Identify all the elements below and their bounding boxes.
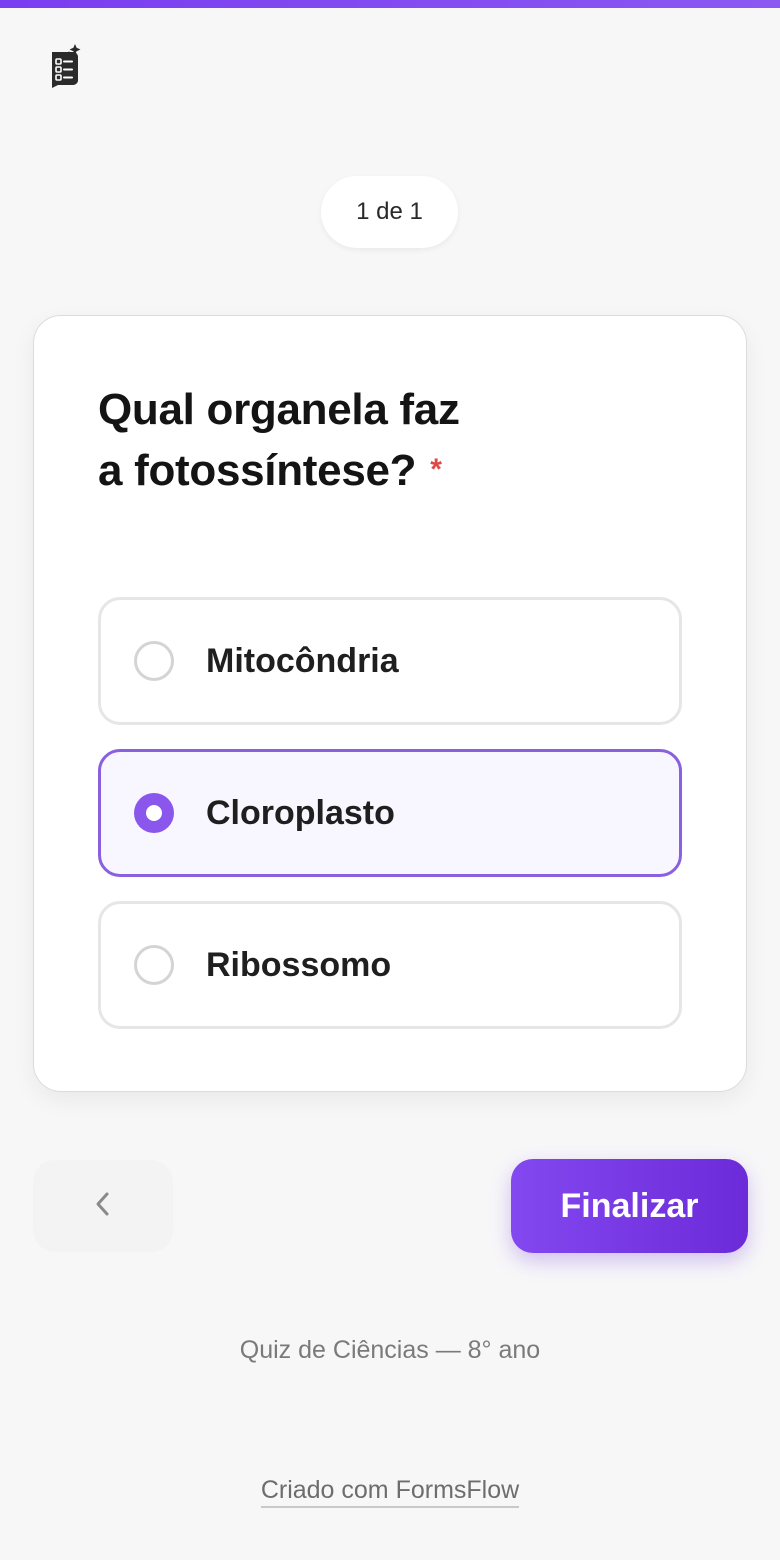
question-title: Qual organela faz a fotossíntese? * [98,380,578,501]
question-counter: 1 de 1 [321,176,458,248]
question-title-line-2: a fotossíntese? [98,446,417,495]
required-marker: * [430,453,442,486]
chevron-left-icon [93,1190,113,1223]
radio-button-selected[interactable] [134,793,174,833]
option-label: Cloroplasto [206,793,395,832]
branding-footer: Criado com FormsFlow [0,1476,780,1508]
top-accent-bar [0,0,780,8]
back-button[interactable] [33,1160,173,1252]
forms-logo-icon [48,44,82,88]
option-label: Mitocôndria [206,641,399,680]
form-subtitle: Quiz de Ciências — 8° ano [239,1336,541,1364]
option-mitocondria[interactable]: Mitocôndria [98,597,682,725]
finish-button[interactable]: Finalizar [511,1159,748,1253]
option-label: Ribossomo [206,945,392,984]
radio-button[interactable] [134,945,174,985]
branding-link[interactable]: Criado com FormsFlow [260,1476,520,1508]
option-cloroplasto[interactable]: Cloroplasto [98,749,682,877]
radio-button[interactable] [134,641,174,681]
option-ribossomo[interactable]: Ribossomo [98,901,682,1029]
question-title-line-1: Qual organela faz [98,385,460,434]
